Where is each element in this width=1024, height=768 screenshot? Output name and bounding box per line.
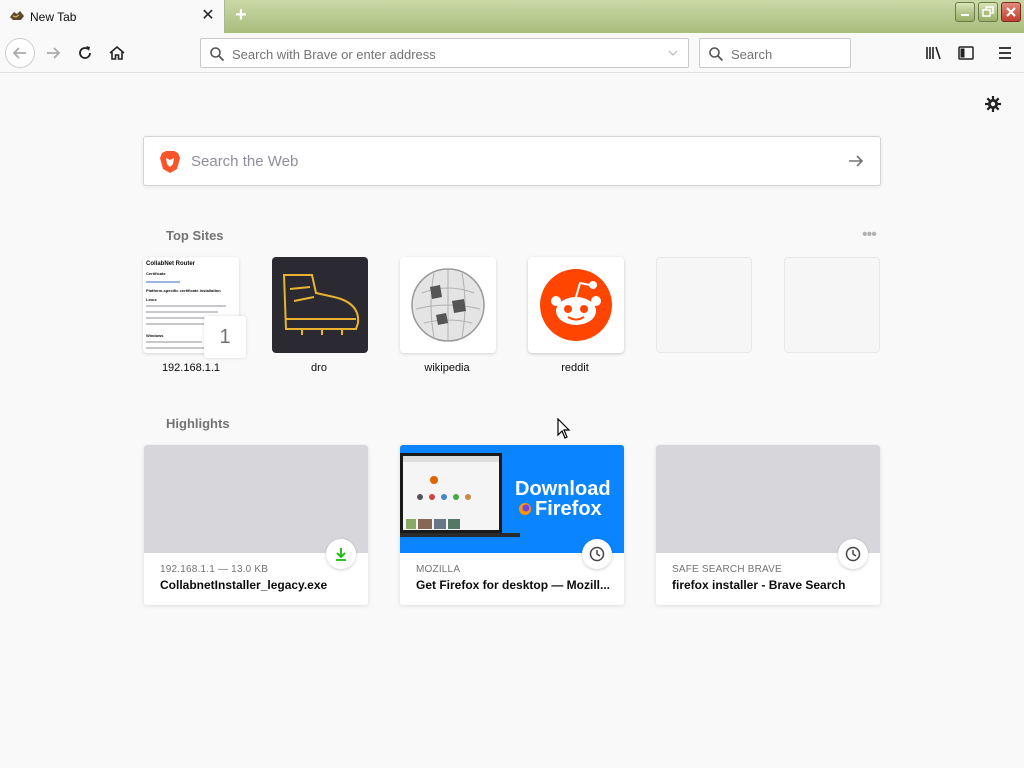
- thumbnail-line: [146, 311, 218, 313]
- highlight-card[interactable]: Download Firefox MOZILLA Get Firefox for…: [400, 445, 624, 605]
- wikipedia-globe-icon: [411, 268, 485, 342]
- laptop-screenshot-icon: [400, 453, 520, 537]
- thumbnail-line: [146, 341, 202, 343]
- thumbnail-text: Platform-specific certificate installati…: [146, 288, 221, 293]
- arrow-right-icon[interactable]: [847, 152, 865, 170]
- search-icon: [709, 47, 724, 62]
- highlights-heading: Highlights: [166, 416, 230, 431]
- navigation-toolbar: Search with Brave or enter address Searc…: [0, 33, 1024, 73]
- library-button[interactable]: [919, 38, 949, 68]
- search-bar[interactable]: Search: [699, 38, 851, 68]
- sidebar-icon: [958, 46, 974, 60]
- clock-icon: [589, 546, 605, 562]
- address-bar-placeholder: Search with Brave or enter address: [232, 47, 436, 62]
- top-site-label: reddit: [561, 362, 589, 374]
- menu-button[interactable]: [990, 38, 1020, 68]
- card-image: Download Firefox: [400, 445, 624, 553]
- thumbnail-text: Windows: [146, 333, 164, 338]
- card-source: MOZILLA: [416, 564, 461, 575]
- forward-arrow-icon: [47, 47, 61, 59]
- download-banner-text: Firefox: [535, 498, 602, 520]
- tab-title: New Tab: [30, 10, 77, 24]
- minimize-icon: [961, 14, 969, 16]
- top-site-tile-reddit[interactable]: [528, 257, 624, 353]
- highlight-card[interactable]: 192.168.1.1 — 13.0 KB CollabnetInstaller…: [144, 445, 368, 605]
- close-window-button[interactable]: [1001, 2, 1021, 22]
- forward-button[interactable]: [38, 38, 68, 68]
- top-site-placeholder: [784, 257, 880, 353]
- home-button[interactable]: [102, 38, 132, 68]
- search-bar-placeholder: Search: [731, 47, 773, 62]
- highlight-card[interactable]: SAFE SEARCH BRAVE firefox installer - Br…: [656, 445, 880, 605]
- reddit-icon: [540, 269, 612, 341]
- card-image-placeholder: [144, 445, 368, 553]
- web-search-placeholder: Search the Web: [191, 153, 299, 170]
- thumbnail-line: [146, 281, 180, 283]
- close-icon: [1006, 7, 1016, 17]
- tab-favicon-icon: [10, 11, 24, 20]
- thumbnail-text: Certificate: [146, 271, 166, 276]
- minimize-button[interactable]: [955, 2, 975, 22]
- tab-new-tab[interactable]: New Tab ✕: [0, 0, 225, 33]
- library-icon: [926, 46, 941, 60]
- web-search-box[interactable]: Search the Web: [143, 136, 881, 186]
- card-type-badge: [582, 539, 612, 569]
- address-bar[interactable]: Search with Brave or enter address: [200, 38, 689, 68]
- top-site-label: wikipedia: [424, 362, 470, 374]
- mouse-cursor-icon: [557, 418, 571, 439]
- card-source: SAFE SEARCH BRAVE: [672, 564, 782, 575]
- back-button[interactable]: [5, 38, 35, 68]
- new-tab-button[interactable]: +: [228, 4, 254, 28]
- card-source: 192.168.1.1 — 13.0 KB: [160, 564, 269, 575]
- brave-lion-icon: [160, 151, 180, 173]
- card-type-badge: [326, 539, 356, 569]
- clock-icon: [845, 546, 861, 562]
- search-icon: [210, 47, 225, 62]
- firefox-logo-icon: [519, 503, 531, 515]
- thumbnail-line: [146, 347, 212, 349]
- thumbnail-heading: CollabNet Router: [146, 261, 196, 267]
- chevron-down-icon[interactable]: [668, 49, 678, 57]
- tab-close-icon[interactable]: ✕: [198, 6, 218, 26]
- top-site-label: dro: [311, 362, 327, 374]
- home-icon: [109, 45, 125, 60]
- top-sites-more-button[interactable]: •••: [862, 226, 882, 243]
- sidebar-button[interactable]: [951, 38, 981, 68]
- thumbnail-text: Linux: [146, 297, 157, 302]
- thumbnail-line: [146, 323, 206, 325]
- card-title: Get Firefox for desktop — Mozill...: [416, 578, 611, 592]
- restore-icon: [982, 6, 994, 17]
- boot-icon: [282, 274, 360, 335]
- title-bar: New Tab ✕ +: [0, 0, 1024, 33]
- card-image-placeholder: [656, 445, 880, 553]
- hamburger-menu-icon: [999, 47, 1011, 59]
- card-type-badge: [838, 539, 868, 569]
- restore-button[interactable]: [978, 2, 998, 22]
- top-site-tile-dro[interactable]: [272, 257, 368, 353]
- card-title: firefox installer - Brave Search: [672, 578, 846, 592]
- card-title: CollabnetInstaller_legacy.exe: [160, 578, 328, 592]
- download-icon: [336, 548, 346, 561]
- top-site-label: 192.168.1.1: [161, 362, 221, 374]
- pinned-position-badge: 1: [204, 316, 246, 358]
- top-site-placeholder: [656, 257, 752, 353]
- back-arrow-icon: [12, 47, 26, 59]
- thumbnail-line: [146, 305, 226, 307]
- top-site-tile-wikipedia[interactable]: [400, 257, 496, 353]
- gear-icon[interactable]: [983, 94, 1003, 114]
- reload-icon: [79, 46, 91, 59]
- top-sites-heading: Top Sites: [166, 228, 224, 243]
- reload-button[interactable]: [70, 38, 100, 68]
